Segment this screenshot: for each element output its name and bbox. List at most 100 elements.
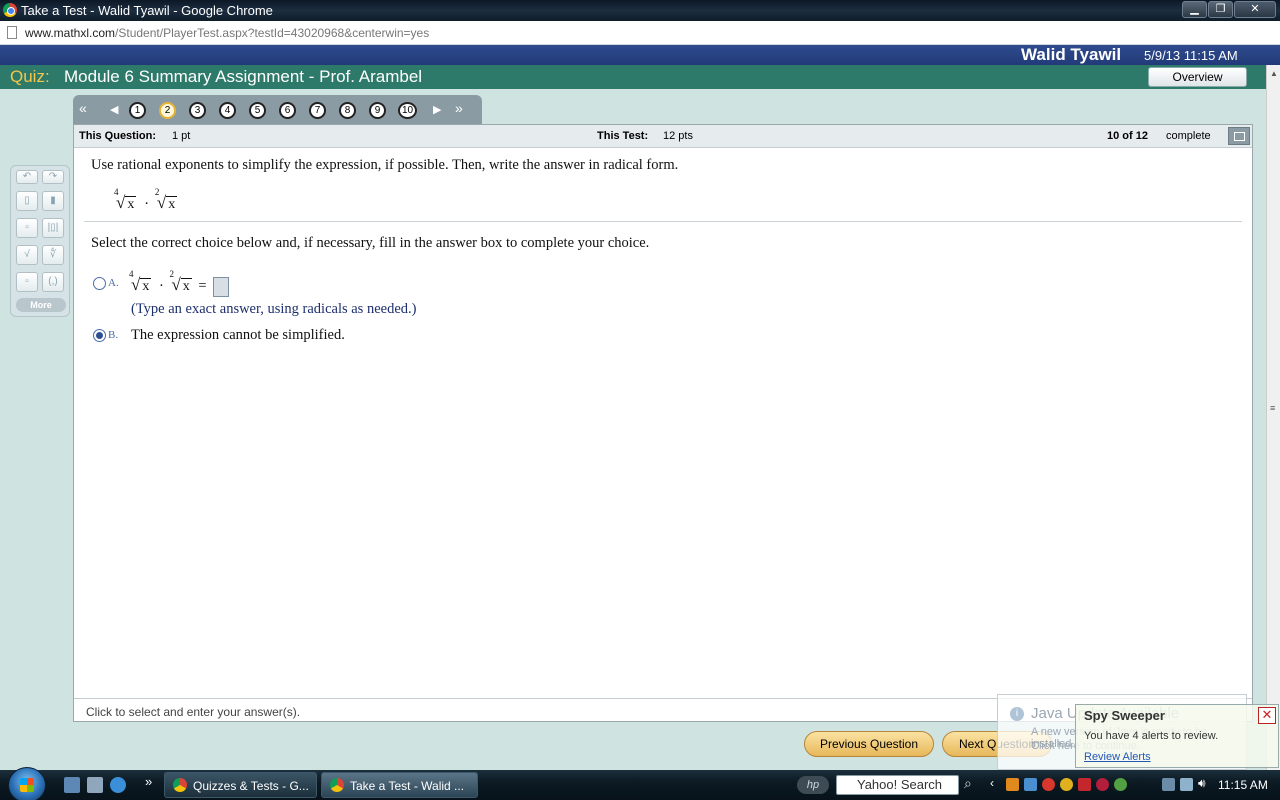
close-icon[interactable]: ✕ <box>1258 707 1276 724</box>
fourth-root: 4 √ x <box>129 269 152 295</box>
quiz-title: Module 6 Summary Assignment - Prof. Aram… <box>64 67 423 86</box>
tray-network-icon[interactable] <box>1024 778 1037 791</box>
tray-devices-icon[interactable] <box>1162 778 1175 791</box>
tray-mcafee-icon[interactable] <box>1078 778 1091 791</box>
square-root-icon[interactable]: √ <box>16 245 38 265</box>
question-number-4[interactable]: 4 <box>219 102 236 119</box>
choice-b-letter: B. <box>108 329 119 341</box>
question-number-6[interactable]: 6 <box>279 102 296 119</box>
tray-java-icon[interactable] <box>1006 778 1019 791</box>
question-number-8[interactable]: 8 <box>339 102 356 119</box>
start-button[interactable] <box>8 767 46 800</box>
next-question-icon[interactable]: ▶ <box>433 103 441 116</box>
first-question-icon[interactable]: « <box>79 100 87 116</box>
previous-question-button[interactable]: Previous Question <box>804 731 934 757</box>
math-palette: ↶ ↷ ▯ ▮ ▫ |▯| √ ∜ ▫ (,) More <box>10 165 70 317</box>
root-index: 4 <box>129 269 134 279</box>
absolute-value-icon[interactable]: |▯| <box>42 218 64 238</box>
url-text[interactable]: www.mathxl.com/Student/PlayerTest.aspx?t… <box>25 26 429 40</box>
last-question-icon[interactable]: » <box>455 100 463 116</box>
radicand: x <box>125 196 137 212</box>
yahoo-search-box[interactable]: Yahoo! Search <box>836 775 959 795</box>
close-button[interactable]: ✕ <box>1234 1 1276 18</box>
undo-icon[interactable]: ↶ <box>16 170 38 184</box>
url-domain: www.mathxl.com <box>25 26 116 40</box>
nth-root-icon[interactable]: ∜ <box>42 245 64 265</box>
tray-security-icon[interactable] <box>1042 778 1055 791</box>
equals-sign: = <box>198 278 207 294</box>
this-test-label: This Test: <box>597 130 649 142</box>
radicand: x <box>140 278 152 294</box>
system-clock[interactable]: 11:15 AM <box>1218 778 1268 792</box>
question-number-9[interactable]: 9 <box>369 102 386 119</box>
scroll-grip-icon[interactable]: ≡ <box>1270 403 1275 413</box>
ordered-pair-icon[interactable]: (,) <box>42 272 64 292</box>
subscript-icon[interactable]: ▫ <box>16 272 38 292</box>
question-number-7[interactable]: 7 <box>309 102 326 119</box>
question-panel: This Question: 1 pt This Test: 12 pts 10… <box>73 124 1253 722</box>
tray-update-icon[interactable] <box>1114 778 1127 791</box>
question-navigation: « ◀ 1 2 3 4 5 6 7 8 9 10 ▶ » <box>73 95 482 124</box>
choice-a-letter: A. <box>108 277 119 289</box>
choice-a-hint: (Type an exact answer, using radicals as… <box>131 301 417 317</box>
progress-status: complete <box>1166 130 1211 142</box>
fraction-icon[interactable]: ▯ <box>16 191 38 211</box>
spy-sweeper-message: You have 4 alerts to review. <box>1084 730 1219 742</box>
quiz-title-bar: Quiz: Module 6 Summary Assignment - Prof… <box>0 65 1280 89</box>
tray-network-status-icon[interactable] <box>1180 778 1193 791</box>
dot-operator: · <box>144 196 150 212</box>
volume-icon[interactable]: 🔊︎ <box>1198 776 1206 791</box>
chrome-icon <box>330 778 344 792</box>
maximize-button[interactable]: ❐ <box>1208 1 1233 18</box>
quick-launch-more-icon[interactable]: » <box>145 774 152 789</box>
show-desktop-icon[interactable] <box>64 777 80 793</box>
radicand: x <box>166 196 178 212</box>
overview-button[interactable]: Overview <box>1148 67 1247 87</box>
show-hidden-icons-icon[interactable]: ‹ <box>990 776 994 790</box>
info-icon: i <box>1010 707 1024 721</box>
choice-b-radio[interactable] <box>93 329 106 342</box>
question-number-10[interactable]: 10 <box>398 102 417 119</box>
taskbar-item-quizzes[interactable]: Quizzes & Tests - G... <box>164 772 317 798</box>
question-info-bar: This Question: 1 pt This Test: 12 pts 10… <box>74 125 1252 148</box>
question-number-5[interactable]: 5 <box>249 102 266 119</box>
question-number-3[interactable]: 3 <box>189 102 206 119</box>
square-root: 2 √ x <box>155 187 178 213</box>
square-root: 2 √ x <box>169 269 192 295</box>
search-icon[interactable]: ⌕ <box>964 775 972 792</box>
taskbar: » Quizzes & Tests - G... Take a Test - W… <box>0 767 1280 800</box>
redo-icon[interactable]: ↷ <box>42 170 64 184</box>
fourth-root: 4 √ x <box>114 187 137 213</box>
question-number-1[interactable]: 1 <box>129 102 146 119</box>
more-button[interactable]: More <box>16 298 66 312</box>
choice-a-radio[interactable] <box>93 277 106 290</box>
scroll-up-icon[interactable]: ▲ <box>1270 69 1278 78</box>
user-bar: Walid Tyawil 5/9/13 11:15 AM <box>0 45 1280 65</box>
previous-question-icon[interactable]: ◀ <box>110 103 118 116</box>
address-bar[interactable]: www.mathxl.com/Student/PlayerTest.aspx?t… <box>0 21 1280 45</box>
tray-shield-icon[interactable] <box>1060 778 1073 791</box>
taskbar-item-take-a-test[interactable]: Take a Test - Walid ... <box>321 772 478 798</box>
review-alerts-link[interactable]: Review Alerts <box>1084 751 1151 763</box>
exponent-icon[interactable]: ▫ <box>16 218 38 238</box>
tray-alert-icon[interactable] <box>1096 778 1109 791</box>
answer-input[interactable] <box>213 276 230 297</box>
this-test-value: 12 pts <box>663 130 693 142</box>
hp-logo: hp <box>797 776 829 794</box>
user-name: Walid Tyawil <box>1021 45 1122 64</box>
question-number-2[interactable]: 2 <box>159 102 176 119</box>
expand-icon[interactable] <box>1228 127 1250 145</box>
chrome-icon <box>173 778 187 792</box>
this-question-value: 1 pt <box>172 130 191 142</box>
page-scrollbar[interactable]: ▲ ≡ <box>1266 65 1280 770</box>
switch-windows-icon[interactable] <box>87 777 103 793</box>
minimize-button[interactable]: ▁ <box>1182 1 1207 18</box>
mixed-number-icon[interactable]: ▮ <box>42 191 64 211</box>
root-index: 2 <box>169 269 174 279</box>
window-title-bar: Take a Test - Walid Tyawil - Google Chro… <box>0 0 1280 21</box>
url-path: /Student/PlayerTest.aspx?testId=43020968… <box>115 26 430 40</box>
window-title: Take a Test - Walid Tyawil - Google Chro… <box>21 3 273 18</box>
dot-operator: · <box>158 278 164 294</box>
choice-a-expression: 4 √ x · 2 √ x = <box>129 269 230 297</box>
internet-explorer-icon[interactable] <box>110 777 126 793</box>
